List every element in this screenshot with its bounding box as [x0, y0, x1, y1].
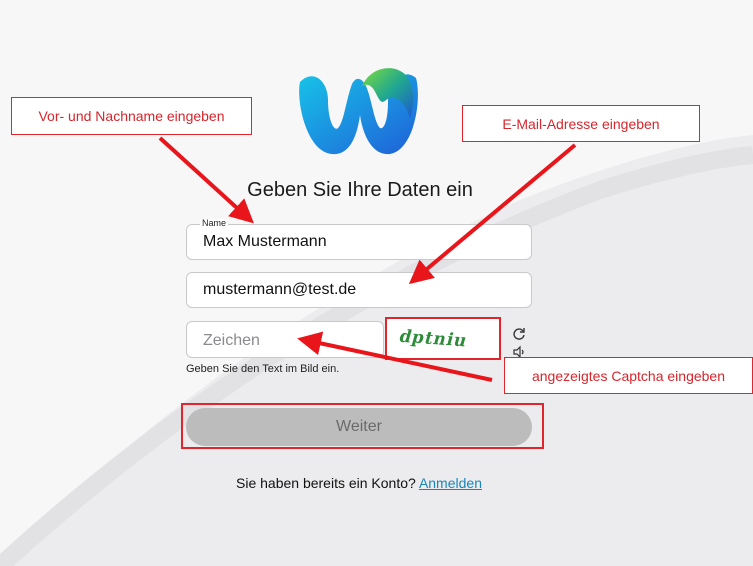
- name-field-label: Name: [200, 218, 229, 228]
- name-value: Max Mustermann: [203, 233, 327, 250]
- weiter-button[interactable]: Weiter: [186, 408, 532, 446]
- captcha-hint: Geben Sie den Text im Bild ein.: [186, 363, 340, 375]
- captcha-callout: angezeigtes Captcha eingeben: [504, 357, 753, 394]
- email-value: mustermann@test.de: [203, 281, 357, 298]
- email-field[interactable]: mustermann@test.de: [186, 272, 532, 308]
- email-callout: E-Mail-Adresse eingeben: [462, 105, 700, 142]
- captcha-input[interactable]: Zeichen: [186, 321, 384, 358]
- webex-logo: [299, 68, 418, 155]
- refresh-icon[interactable]: [512, 327, 526, 341]
- signin-prompt: Sie haben bereits ein Konto? Anmelden: [0, 475, 718, 491]
- captcha-image: dptniu: [385, 317, 501, 360]
- page-title: Geben Sie Ihre Daten ein: [247, 179, 473, 201]
- signin-text: Sie haben bereits ein Konto?: [236, 475, 416, 491]
- signin-link[interactable]: Anmelden: [419, 475, 482, 491]
- name-callout: Vor- und Nachname eingeben: [11, 97, 252, 135]
- captcha-placeholder: Zeichen: [203, 332, 260, 349]
- captcha-image-text: dptniu: [396, 326, 471, 352]
- name-field[interactable]: Max Mustermann: [186, 224, 532, 260]
